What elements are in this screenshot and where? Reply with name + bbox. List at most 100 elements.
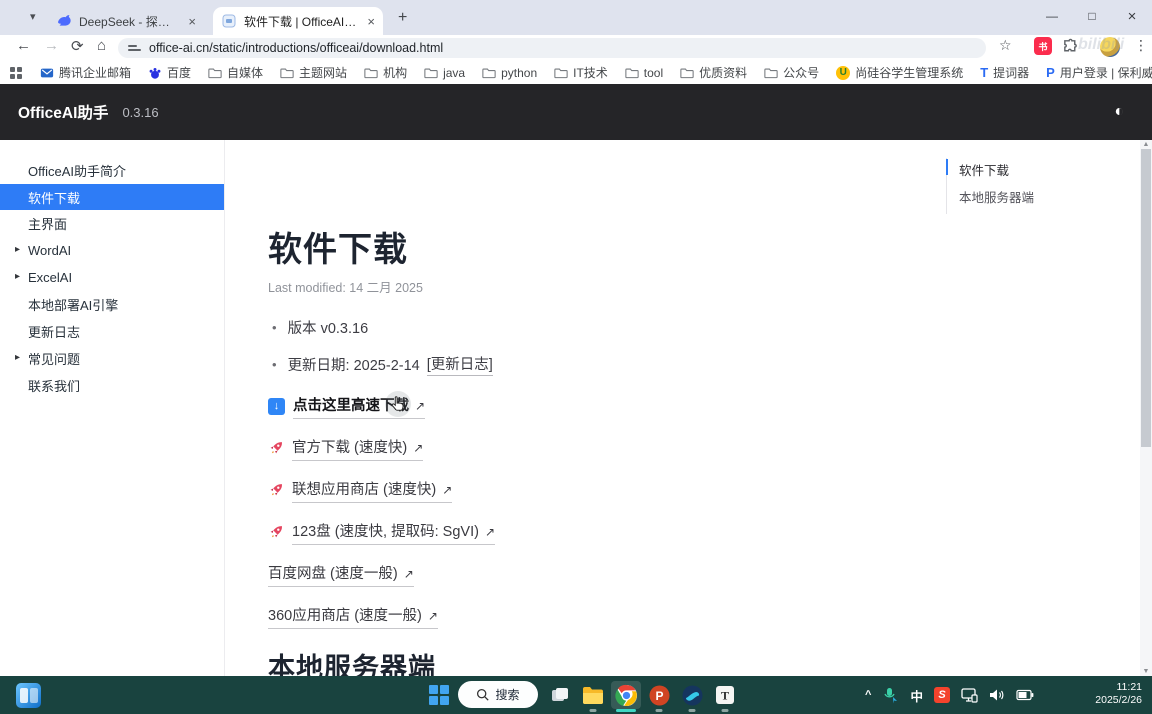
bookmark-folder-gongzhonghao[interactable]: 公众号: [764, 64, 819, 81]
typora-button[interactable]: T: [710, 681, 740, 709]
bookmark-atguigu[interactable]: U 尚硅谷学生管理系统: [836, 64, 963, 81]
site-settings-icon[interactable]: [128, 43, 141, 53]
bookmark-polyv[interactable]: P 用户登录 | 保利威: [1046, 64, 1152, 81]
bookmark-star-icon[interactable]: ☆: [999, 37, 1012, 54]
bookmark-label: 百度: [167, 64, 191, 81]
file-explorer-button[interactable]: [578, 681, 608, 709]
bookmark-label: 公众号: [783, 64, 819, 81]
bullet-icon: •: [272, 357, 277, 372]
reload-icon[interactable]: ⟳: [71, 37, 84, 55]
theme-toggle-icon[interactable]: ◐: [1114, 103, 1124, 121]
extensions-puzzle-icon[interactable]: [1062, 38, 1079, 55]
system-tray: ^ 中 S: [865, 676, 1034, 714]
file-explorer-icon: [582, 686, 604, 705]
bookmark-folder-zimeiti[interactable]: 自媒体: [208, 64, 263, 81]
sidebar-item-changelog[interactable]: 更新日志: [0, 318, 224, 345]
scroll-up-icon[interactable]: ▲: [1140, 141, 1152, 148]
official-download-link[interactable]: 官方下载 (速度快) ↗: [268, 437, 423, 459]
download-link-label[interactable]: 123盘 (速度快, 提取码: SgVI): [292, 520, 479, 541]
sidebar-item-intro[interactable]: OfficeAI助手简介: [0, 157, 224, 184]
widgets-icon[interactable]: [16, 683, 41, 708]
new-tab-button[interactable]: +: [398, 9, 407, 27]
network-display-icon[interactable]: [961, 688, 978, 703]
sidebar-item-excelai[interactable]: ▸ExcelAI: [0, 264, 224, 291]
sogou-tray-icon[interactable]: S: [934, 687, 950, 703]
tab-close-icon[interactable]: ×: [367, 15, 375, 28]
sidebar-item-contact[interactable]: 联系我们: [0, 372, 224, 399]
chrome-button[interactable]: [611, 681, 641, 709]
lenovo-store-link[interactable]: 联想应用商店 (速度快) ↗: [268, 479, 452, 501]
tab-officeai-active[interactable]: 软件下载 | OfficeAI助手 ×: [213, 7, 383, 35]
scroll-down-icon[interactable]: ▼: [1140, 668, 1152, 675]
scrollbar-thumb[interactable]: [1141, 149, 1151, 447]
download-link-label[interactable]: 官方下载 (速度快): [292, 436, 407, 457]
tab-search-icon[interactable]: ▾: [30, 10, 36, 23]
changelog-link[interactable]: [更新日志]: [427, 353, 493, 376]
bookmark-folder-tool[interactable]: tool: [625, 66, 663, 80]
download-link-label[interactable]: 360应用商店 (速度一般): [268, 604, 422, 625]
sidebar-item-faq[interactable]: ▸常见问题: [0, 345, 224, 372]
bookmark-tencent-mail[interactable]: 腾讯企业邮箱: [40, 64, 131, 81]
battery-icon[interactable]: [1016, 689, 1034, 701]
sidebar-item-label: 主界面: [28, 214, 67, 233]
pan123-link[interactable]: 123盘 (速度快, 提取码: SgVI) ↗: [268, 521, 495, 543]
tray-chevron-icon[interactable]: ^: [865, 689, 871, 701]
fast-download-link[interactable]: ↓ 点击这里高速下载 ↗: [268, 395, 425, 417]
profile-avatar[interactable]: [1100, 37, 1120, 57]
baidu-pan-link[interactable]: 百度网盘 (速度一般) ↗: [268, 563, 414, 585]
url-text[interactable]: office-ai.cn/static/introductions/office…: [149, 41, 443, 55]
ime-indicator[interactable]: 中: [910, 686, 923, 705]
taskbar-clock[interactable]: 11:21 2025/2/26: [1095, 681, 1142, 707]
bookmark-ticiqi[interactable]: T 提词器: [980, 64, 1029, 81]
window-maximize-button[interactable]: □: [1072, 0, 1112, 32]
site-brand[interactable]: OfficeAI助手: [18, 101, 108, 123]
powerpoint-button[interactable]: P: [644, 681, 674, 709]
svg-text:T: T: [721, 689, 729, 703]
collapse-arrow-icon[interactable]: ▸: [15, 271, 20, 282]
bookmark-folder-java[interactable]: java: [424, 66, 465, 80]
download-link-label[interactable]: 联想应用商店 (速度快): [292, 478, 436, 499]
address-bar[interactable]: office-ai.cn/static/introductions/office…: [118, 38, 986, 58]
sidebar-item-local-ai-engine[interactable]: 本地部署AI引擎: [0, 291, 224, 318]
browser-menu-icon[interactable]: ⋮: [1134, 37, 1148, 54]
download-link-label[interactable]: 百度网盘 (速度一般): [268, 562, 398, 583]
start-button[interactable]: [424, 681, 454, 709]
sidebar-item-main-ui[interactable]: 主界面: [0, 210, 224, 237]
sidebar-item-wordai[interactable]: ▸ WordAI: [0, 237, 224, 264]
task-view-button[interactable]: [545, 681, 575, 709]
volume-icon[interactable]: [989, 688, 1005, 702]
update-date-text: 更新日期: 2025-2-14: [288, 354, 420, 375]
apps-grid-icon[interactable]: [10, 67, 22, 79]
tab-close-icon[interactable]: ×: [188, 15, 196, 28]
download-link-label[interactable]: 点击这里高速下载: [293, 394, 409, 415]
blue-app-button[interactable]: [677, 681, 707, 709]
sidebar-item-label: WordAI: [28, 243, 71, 258]
folder-icon: [764, 66, 778, 80]
collapse-arrow-icon[interactable]: ▸: [15, 352, 20, 363]
bookmark-folder-jigou[interactable]: 机构: [364, 64, 407, 81]
taskbar-search[interactable]: 搜索: [458, 681, 538, 708]
toc-item-download[interactable]: 软件下载: [946, 156, 1034, 183]
voice-input-icon[interactable]: [882, 687, 899, 704]
page-scrollbar[interactable]: ▲ ▼: [1140, 140, 1152, 676]
red-extension-icon[interactable]: 书: [1034, 37, 1052, 55]
home-icon[interactable]: ⌂: [97, 37, 106, 54]
window-minimize-button[interactable]: —: [1032, 0, 1072, 32]
sidebar-item-download-active[interactable]: 软件下载: [0, 184, 224, 210]
collapse-arrow-icon[interactable]: ▸: [15, 244, 20, 255]
bookmark-folder-youzhiziliao[interactable]: 优质资料: [680, 64, 747, 81]
store360-link[interactable]: 360应用商店 (速度一般) ↗: [268, 605, 438, 627]
back-icon[interactable]: ←: [16, 37, 31, 54]
bookmark-folder-itjishu[interactable]: IT技术: [554, 64, 608, 81]
rocket-icon: [268, 524, 284, 540]
tab-deepseek[interactable]: DeepSeek - 探索未至之境 ×: [48, 7, 204, 35]
bookmark-folder-python[interactable]: python: [482, 66, 537, 80]
forward-icon[interactable]: →: [44, 37, 59, 54]
bookmark-folder-zhutiwangzhan[interactable]: 主题网站: [280, 64, 347, 81]
bookmark-baidu[interactable]: 百度: [148, 64, 191, 81]
blue-app-icon: [682, 685, 703, 706]
last-modified-text: Last modified: 14 二月 2025: [268, 277, 423, 296]
toc-item-local-server[interactable]: 本地服务器端: [946, 183, 1034, 210]
bookmark-label: 腾讯企业邮箱: [59, 64, 131, 81]
window-close-button[interactable]: ×: [1112, 0, 1152, 32]
